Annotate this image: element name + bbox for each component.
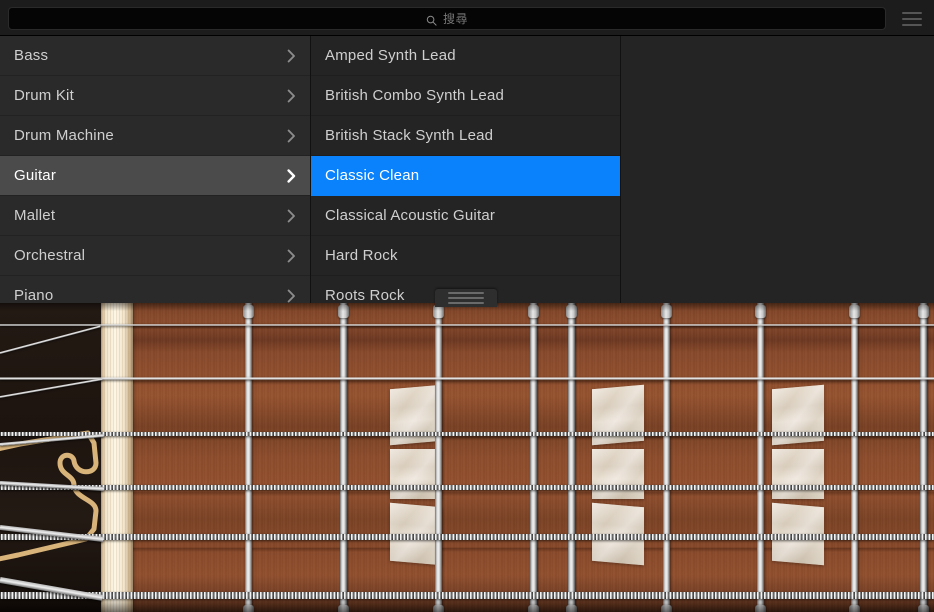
list-item-label: Bass <box>14 47 279 64</box>
fret-end-cap <box>849 305 860 318</box>
list-item[interactable]: Amped Synth Lead <box>311 36 620 76</box>
guitar-fretboard[interactable] <box>0 303 934 612</box>
list-item-label: British Combo Synth Lead <box>325 87 606 104</box>
fret-end-cap <box>849 605 860 612</box>
list-item-label: Classical Acoustic Guitar <box>325 207 606 224</box>
search-input-content: 搜尋 <box>426 13 468 25</box>
fret-end-cap <box>755 305 766 318</box>
fret-inlay-marker <box>592 503 644 566</box>
fret-end-cap <box>243 605 254 612</box>
fret-end-cap <box>528 305 539 318</box>
list-item[interactable]: British Stack Synth Lead <box>311 116 620 156</box>
fret-end-cap <box>338 305 349 318</box>
chevron-right-icon <box>287 49 296 63</box>
list-item[interactable]: Classical Acoustic Guitar <box>311 196 620 236</box>
fret-wire <box>920 303 927 612</box>
top-toolbar: 搜尋 <box>0 0 934 36</box>
hamburger-line <box>902 12 922 14</box>
chevron-right-icon <box>287 89 296 103</box>
search-placeholder-text: 搜尋 <box>443 13 468 25</box>
hamburger-line <box>902 24 922 26</box>
list-item[interactable]: Piano <box>0 276 310 303</box>
chevron-right-icon <box>287 169 296 183</box>
search-icon <box>426 13 437 24</box>
guitar-string[interactable] <box>0 377 934 380</box>
fret-inlay-marker <box>772 503 824 566</box>
guitar-string[interactable] <box>0 592 934 599</box>
list-item[interactable]: Guitar <box>0 156 310 196</box>
fret-end-cap <box>433 605 444 612</box>
handle-line <box>448 297 484 299</box>
hamburger-line <box>902 18 922 20</box>
fret-end-cap <box>661 605 672 612</box>
fret-end-cap <box>243 305 254 318</box>
list-item-label: Piano <box>14 287 279 303</box>
list-item[interactable]: Bass <box>0 36 310 76</box>
chevron-right-icon <box>287 289 296 303</box>
fret-inlay-marker <box>772 385 824 446</box>
detail-column[interactable] <box>621 36 934 303</box>
patch-column[interactable]: Amped Synth Lead British Combo Synth Lead… <box>311 36 621 303</box>
fret-inlay-marker <box>592 449 644 499</box>
fret-inlay-marker <box>772 449 824 499</box>
list-item[interactable]: British Combo Synth Lead <box>311 76 620 116</box>
fret-wire <box>340 303 347 612</box>
guitar-nut <box>101 303 133 612</box>
list-item-label: Drum Kit <box>14 87 279 104</box>
fret-end-cap <box>918 605 929 612</box>
list-item-label: Guitar <box>14 167 279 184</box>
fret-end-cap <box>338 605 349 612</box>
chevron-right-icon <box>287 249 296 263</box>
list-item-label: Classic Clean <box>325 167 606 184</box>
fret-end-cap <box>566 605 577 612</box>
fret-wire <box>757 303 764 612</box>
chevron-right-icon <box>287 129 296 143</box>
fret-end-cap <box>755 605 766 612</box>
list-item[interactable]: Classic Clean <box>311 156 620 196</box>
list-item-label: Orchestral <box>14 247 279 264</box>
list-item-label: Hard Rock <box>325 247 606 264</box>
browser-resize-handle[interactable] <box>435 289 497 307</box>
hamburger-menu-icon[interactable] <box>898 9 926 29</box>
fret-wire <box>435 303 442 612</box>
list-item[interactable]: Drum Machine <box>0 116 310 156</box>
chevron-right-icon <box>287 209 296 223</box>
garageband-window: 搜尋 Bass Drum Kit Drum Machine Guitar Mallet O… <box>0 0 934 612</box>
list-item[interactable]: Orchestral <box>0 236 310 276</box>
fret-end-cap <box>918 305 929 318</box>
fret-wire <box>568 303 575 612</box>
fret-wire <box>530 303 537 612</box>
fret-end-cap <box>528 605 539 612</box>
search-input[interactable]: 搜尋 <box>8 7 886 30</box>
fretboard-bottom-shadow <box>0 598 934 612</box>
fret-inlay-marker <box>592 385 644 446</box>
fret-wire <box>663 303 670 612</box>
list-item[interactable]: Drum Kit <box>0 76 310 116</box>
category-column[interactable]: Bass Drum Kit Drum Machine Guitar Mallet Orch… <box>0 36 311 303</box>
list-item-label: British Stack Synth Lead <box>325 127 606 144</box>
fret-end-cap <box>566 305 577 318</box>
list-item-label: Drum Machine <box>14 127 279 144</box>
fret-wire <box>851 303 858 612</box>
sound-browser: Bass Drum Kit Drum Machine Guitar Mallet Orch… <box>0 36 934 303</box>
guitar-string[interactable] <box>0 324 934 326</box>
fret-end-cap <box>661 305 672 318</box>
handle-line <box>448 292 484 294</box>
list-item-label: Mallet <box>14 207 279 224</box>
list-item[interactable]: Mallet <box>0 196 310 236</box>
handle-line <box>448 302 484 304</box>
list-item-label: Amped Synth Lead <box>325 47 606 64</box>
fret-wire <box>245 303 252 612</box>
list-item[interactable]: Hard Rock <box>311 236 620 276</box>
